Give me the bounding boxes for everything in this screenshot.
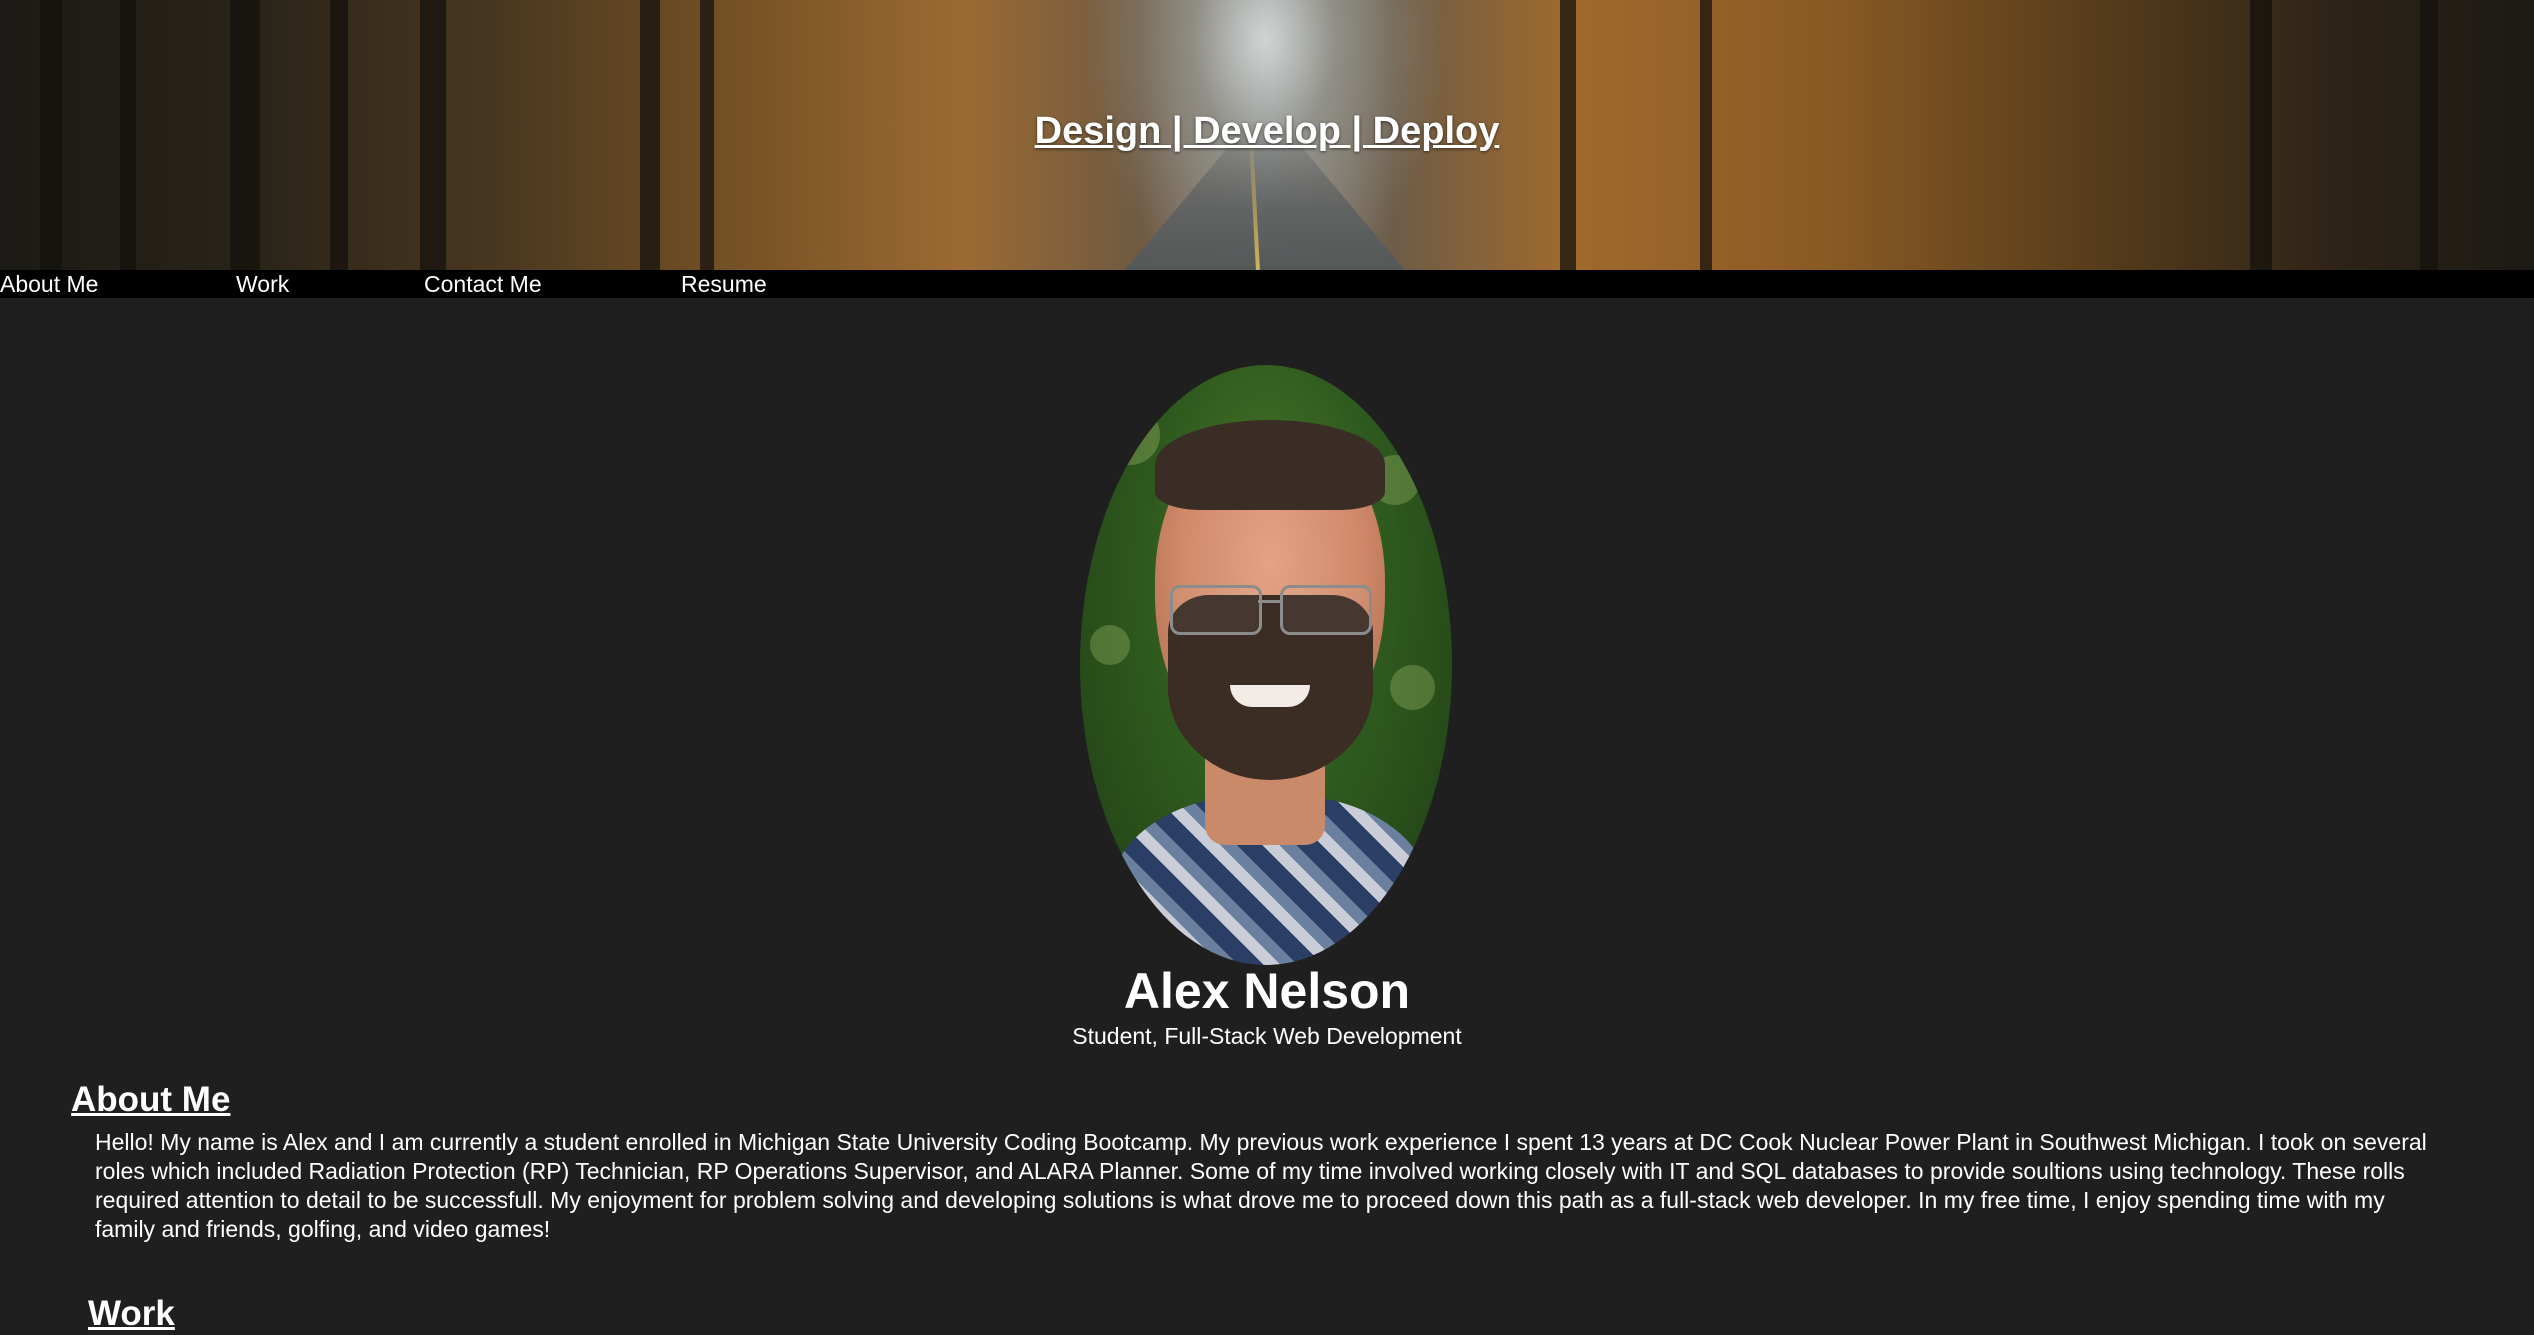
- nav-link-resume[interactable]: Resume: [681, 270, 767, 298]
- hero-title[interactable]: Design | Develop | Deploy: [0, 110, 2534, 153]
- profile-subtitle: Student, Full-Stack Web Development: [1072, 1023, 1462, 1049]
- nav-link-about-me[interactable]: About Me: [0, 270, 98, 298]
- hero-banner: Design | Develop | Deploy: [0, 0, 2534, 270]
- profile-photo: [1080, 365, 1452, 965]
- profile-name: Alex Nelson: [1123, 963, 1411, 1019]
- about-heading: About Me: [71, 1080, 231, 1119]
- photo-smile: [1230, 685, 1310, 707]
- photo-bokeh: [1090, 625, 1130, 665]
- navbar: About Me Work Contact Me Resume: [0, 270, 2534, 298]
- photo-bokeh: [1100, 405, 1160, 465]
- nav-link-contact-me[interactable]: Contact Me: [424, 270, 542, 298]
- about-text: Hello! My name is Alex and I am currentl…: [95, 1129, 2427, 1242]
- photo-glasses-bridge: [1258, 600, 1282, 603]
- photo-glasses-left: [1170, 585, 1262, 635]
- work-heading: Work: [88, 1294, 175, 1333]
- photo-bokeh: [1390, 665, 1435, 710]
- photo-glasses-right: [1280, 585, 1372, 635]
- nav-link-work[interactable]: Work: [236, 270, 289, 298]
- photo-hair: [1155, 420, 1385, 510]
